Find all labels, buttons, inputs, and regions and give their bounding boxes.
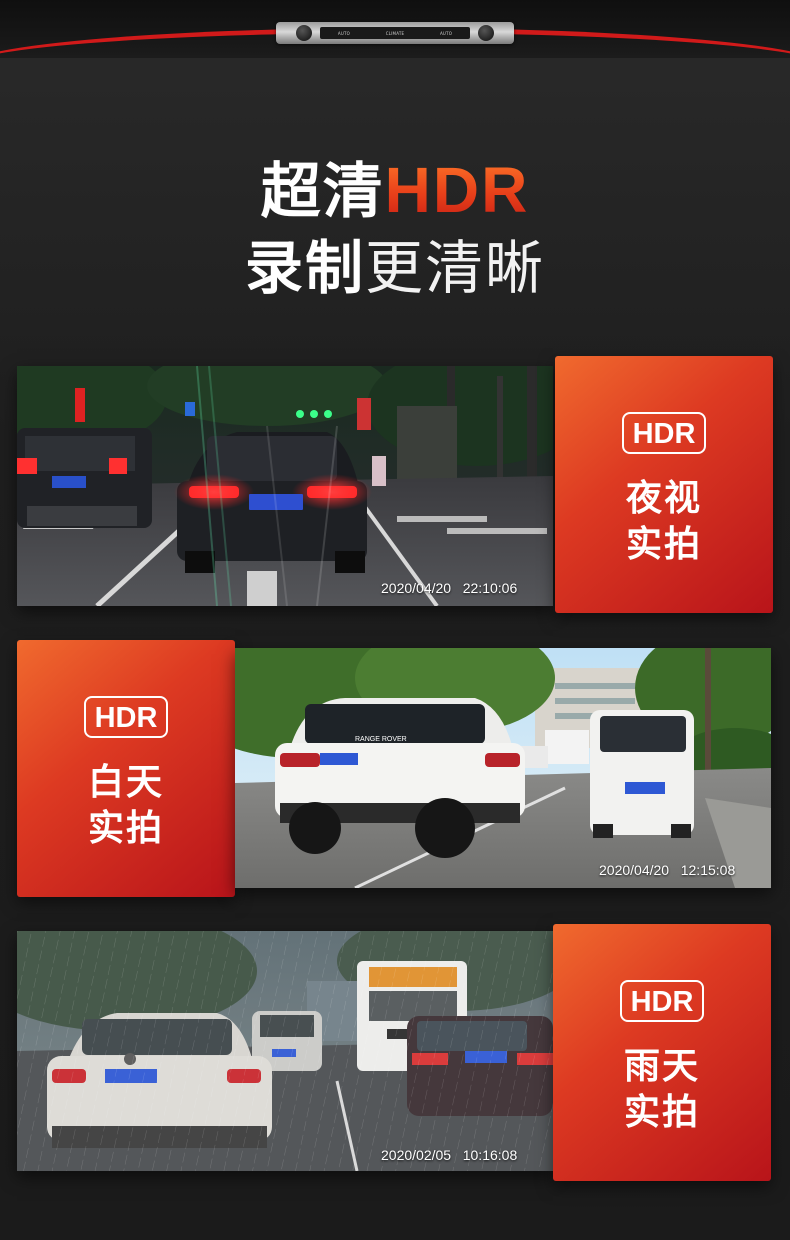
night-photo: 2020/04/20 22:10:06 (17, 366, 553, 606)
dash-knob-right (478, 25, 494, 41)
day-photo: RANGE ROVER 2020/04/20 12:15:08 (235, 648, 771, 888)
headline-thin: 更清晰 (365, 234, 546, 302)
rain-photo: 2020/02/05 10:16:08 (17, 931, 553, 1171)
night-scene-image (17, 366, 553, 606)
dash-label-climate: CLIMATE (385, 30, 405, 36)
rain-scene-image (17, 931, 553, 1171)
rain-label-card: HDR 雨天 实拍 (553, 924, 771, 1181)
night-title: 夜视 实拍 (555, 476, 773, 568)
rain-timestamp: 2020/02/05 10:16:08 (381, 1147, 518, 1163)
headline-line-1: 超清HDR (0, 150, 790, 232)
dash-control-unit: AUTO CLIMATE AUTO (276, 22, 514, 44)
day-timestamp: 2020/04/20 12:15:08 (599, 862, 736, 878)
night-title-line-1: 夜视 (625, 478, 702, 519)
night-label-card: HDR 夜视 实拍 (555, 356, 773, 613)
rain-hdr-badge: HDR (619, 980, 705, 1022)
day-label-card: HDR 白天 实拍 (17, 640, 235, 897)
night-hdr-badge: HDR (621, 412, 707, 454)
day-title: 白天 实拍 (17, 760, 235, 852)
rain-title-line-2: 实拍 (623, 1092, 700, 1133)
headline-bold: 录制 (244, 234, 365, 302)
headline: 超清HDR 录制更清晰 (0, 150, 790, 308)
day-hdr-badge: HDR (83, 696, 169, 738)
car-dashboard-header: AUTO CLIMATE AUTO (0, 0, 790, 58)
dash-label-auto-right: AUTO (440, 30, 453, 36)
dash-display: AUTO CLIMATE AUTO (320, 27, 470, 39)
dash-knob-left (296, 25, 312, 41)
day-title-line-1: 白天 (87, 762, 164, 803)
night-title-line-2: 实拍 (625, 524, 702, 565)
day-scene-image: RANGE ROVER (235, 648, 771, 888)
page: AUTO CLIMATE AUTO 超清HDR 录制更清晰 2020/04/20… (0, 0, 790, 1240)
dash-label-auto-left: AUTO (337, 30, 350, 36)
day-title-line-2: 实拍 (87, 808, 164, 849)
rain-title: 雨天 实拍 (553, 1044, 771, 1136)
suv-brand-text: RANGE ROVER (355, 736, 407, 743)
headline-hdr: HDR (384, 154, 530, 226)
headline-prefix: 超清 (260, 157, 385, 227)
headline-line-2: 录制更清晰 (0, 228, 790, 308)
night-timestamp: 2020/04/20 22:10:06 (381, 580, 518, 596)
rain-title-line-1: 雨天 (623, 1046, 700, 1087)
